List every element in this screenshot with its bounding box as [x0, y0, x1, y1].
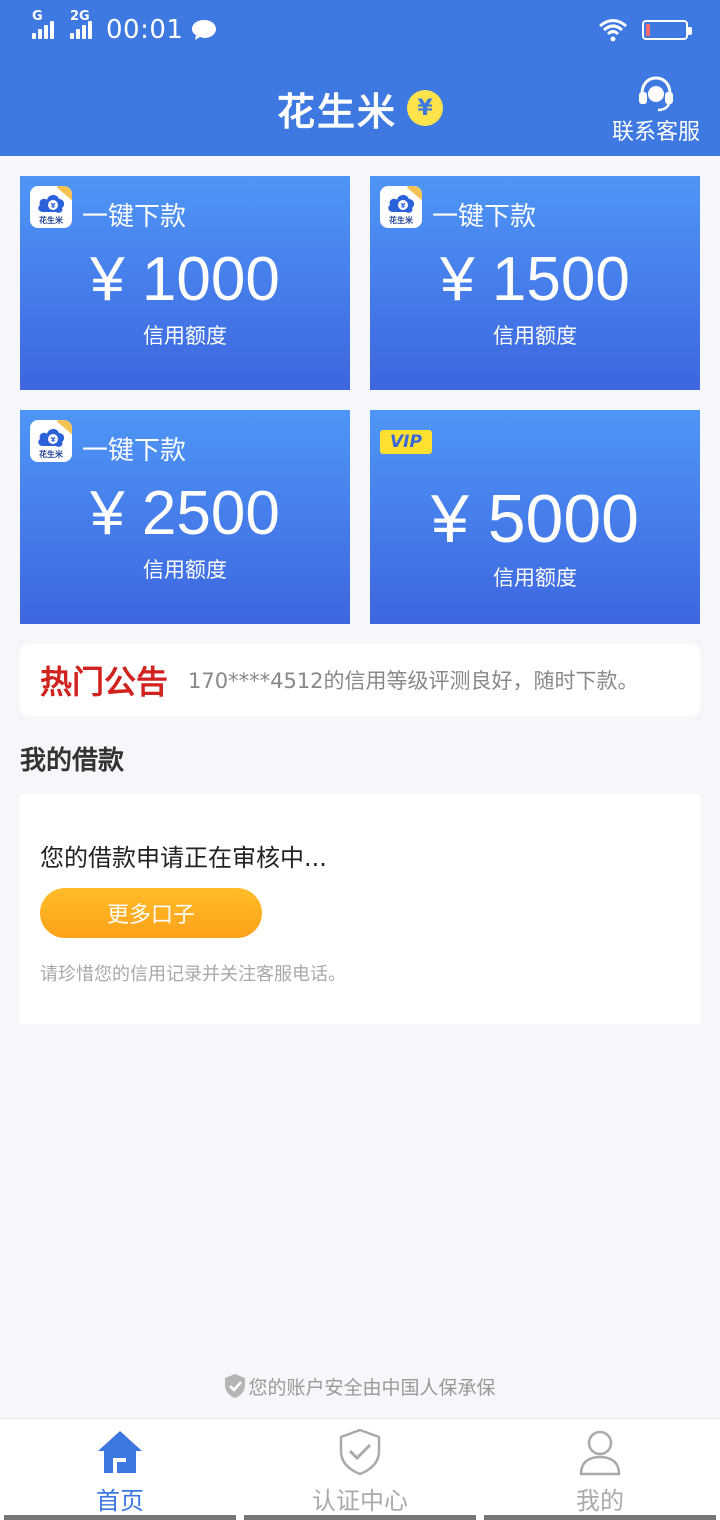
card-amount: ¥ 1500 — [440, 245, 630, 314]
app-logo-icon: ¥ 花生米 — [30, 186, 72, 228]
app-logo-icon: ¥ 花生米 — [380, 186, 422, 228]
announcement-text: 170****4512的信用等级评测良好，随时下款。 — [188, 669, 639, 693]
security-note: 您的账户安全由中国人保承保 — [0, 1370, 720, 1402]
contact-service-button[interactable]: 联系客服 — [612, 74, 700, 146]
headset-icon — [638, 76, 673, 112]
page-title: 花生米 — [276, 89, 397, 134]
nav-underline — [244, 1515, 476, 1520]
card-amount: ¥ 5000 — [431, 481, 639, 557]
battery-level: 0 — [660, 22, 670, 37]
coin-icon: ¥ — [407, 90, 443, 126]
nav-home[interactable]: 首页 — [0, 1419, 240, 1520]
loan-status-text: 您的借款申请正在审核中... — [40, 844, 327, 872]
svg-text:¥: ¥ — [51, 202, 56, 210]
card-subtitle: 信用额度 — [143, 324, 227, 348]
svg-text:¥: ¥ — [51, 436, 56, 444]
more-loans-button[interactable]: 更多口子 — [40, 888, 262, 938]
vip-badge: VIP — [380, 430, 432, 454]
nav-certification[interactable]: 认证中心 — [240, 1419, 480, 1520]
status-time: 00:01 — [106, 15, 184, 45]
my-loan-title: 我的借款 — [20, 746, 125, 776]
svg-text:¥: ¥ — [401, 202, 406, 210]
card-amount: ¥ 1000 — [90, 245, 280, 314]
nav-certification-label: 认证中心 — [312, 1487, 408, 1515]
nav-underline — [484, 1515, 716, 1520]
card-tag: 一键下款 — [82, 436, 187, 466]
user-icon — [579, 1430, 621, 1476]
shield-check-icon — [339, 1428, 381, 1476]
loan-hint-text: 请珍惜您的信用记录并关注客服电话。 — [40, 964, 346, 985]
app-logo-icon: ¥ 花生米 — [30, 420, 72, 462]
signal-2-icon: 2G — [70, 9, 92, 39]
nav-underline — [4, 1515, 236, 1520]
logo-caption: 花生米 — [39, 216, 63, 225]
announcement-label: 热门公告 — [40, 663, 169, 701]
nav-home-label: 首页 — [96, 1487, 144, 1515]
wifi-icon — [599, 19, 627, 42]
nav-mine-label: 我的 — [576, 1487, 624, 1515]
contact-service-label: 联系客服 — [611, 120, 700, 145]
security-text: 您的账户安全由中国人保承保 — [248, 1376, 496, 1399]
signal-1-label: G — [32, 9, 43, 24]
status-right: 0 — [598, 18, 692, 42]
app-root: G 2G 00:01 0 花生米 ¥ 联系客服 ¥ 花生米 一键下款 ¥ 100… — [0, 0, 720, 1520]
my-loan-panel: 您的借款申请正在审核中... 更多口子 请珍惜您的信用记录并关注客服电话。 — [20, 794, 700, 1024]
loan-card-2500[interactable]: ¥ 花生米 一键下款 ¥ 2500 信用额度 — [20, 410, 350, 624]
nav-mine[interactable]: 我的 — [480, 1419, 720, 1520]
announcement-bar[interactable]: 热门公告 170****4512的信用等级评测良好，随时下款。 — [20, 644, 700, 716]
header: G 2G 00:01 0 花生米 ¥ 联系客服 — [0, 0, 720, 156]
card-tag: 一键下款 — [432, 202, 537, 232]
status-bar: G 2G 00:01 0 — [0, 0, 720, 60]
card-subtitle: 信用额度 — [493, 566, 577, 590]
loan-card-1000[interactable]: ¥ 花生米 一键下款 ¥ 1000 信用额度 — [20, 176, 350, 390]
logo-caption: 花生米 — [39, 450, 63, 459]
message-icon — [192, 20, 217, 40]
battery-icon: 0 — [642, 20, 692, 40]
signal-2-label: 2G — [70, 9, 90, 24]
shield-icon — [225, 1374, 246, 1398]
card-amount: ¥ 2500 — [90, 479, 280, 548]
logo-caption: 花生米 — [389, 216, 413, 225]
card-subtitle: 信用额度 — [143, 558, 227, 582]
bottom-nav: 首页 认证中心 我的 — [0, 1418, 720, 1520]
loan-card-vip-5000[interactable]: VIP ¥ 5000 信用额度 — [370, 410, 700, 624]
card-tag: 一键下款 — [82, 202, 187, 232]
loan-card-1500[interactable]: ¥ 花生米 一键下款 ¥ 1500 信用额度 — [370, 176, 700, 390]
home-icon — [98, 1431, 142, 1473]
signal-1-icon: G — [32, 9, 54, 39]
card-subtitle: 信用额度 — [493, 324, 577, 348]
